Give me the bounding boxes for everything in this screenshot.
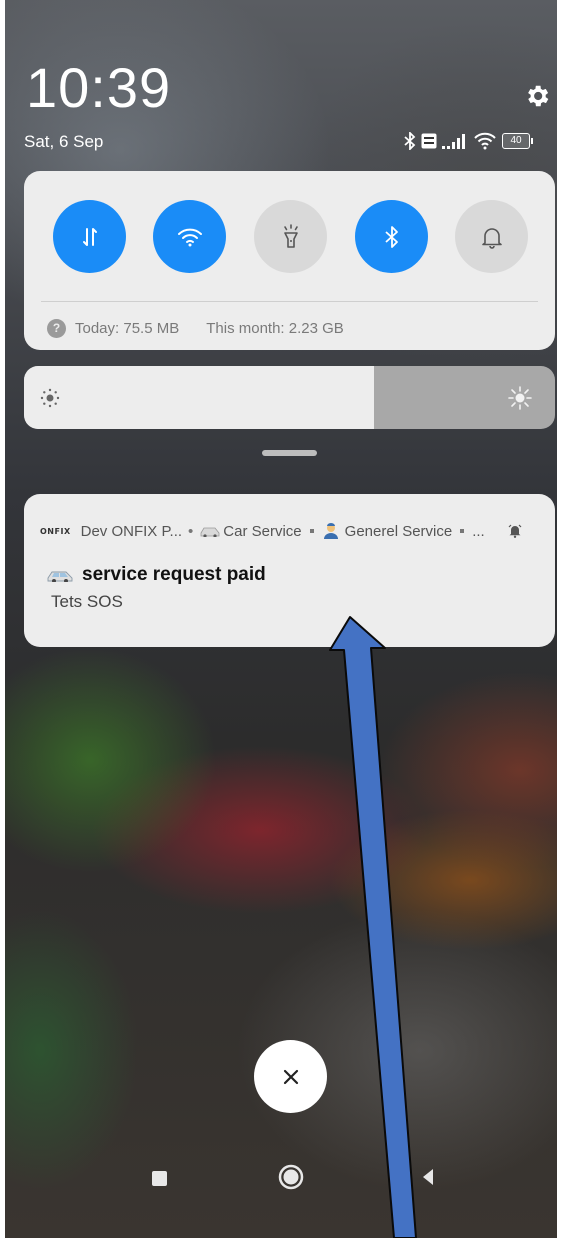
date-label: Sat, 6 Sep bbox=[24, 132, 104, 151]
mobile-data-icon bbox=[82, 227, 97, 246]
status-icons: 40 bbox=[404, 130, 533, 152]
more-ellipsis: ... bbox=[472, 522, 485, 540]
flashlight-icon bbox=[283, 223, 298, 248]
help-icon: ? bbox=[47, 318, 66, 338]
screenshot-border-right bbox=[557, 0, 571, 1238]
signal-icon bbox=[442, 134, 465, 149]
brightness-slider[interactable] bbox=[24, 366, 555, 429]
mobile-data-toggle[interactable] bbox=[53, 200, 126, 273]
clock: 10:39 bbox=[26, 56, 172, 119]
data-usage[interactable]: ? Today: 75.5 MB This month: 2.23 GB bbox=[47, 317, 344, 339]
car-icon bbox=[47, 571, 73, 582]
bluetooth-icon bbox=[404, 132, 416, 150]
battery-icon: 40 bbox=[502, 133, 533, 149]
sound-toggle[interactable] bbox=[455, 200, 528, 273]
bell-icon bbox=[481, 227, 502, 249]
drag-handle[interactable] bbox=[262, 450, 317, 456]
volte-icon bbox=[421, 133, 437, 149]
brightness-low-icon bbox=[40, 388, 60, 408]
notification-shade: 10:39 Sat, 6 Sep 40 ? Today: 75.5 MB Thi… bbox=[0, 0, 571, 1238]
notification-title-row: service request paid bbox=[46, 564, 266, 586]
channel-generel-service: Generel Service bbox=[344, 522, 453, 540]
wifi-icon bbox=[177, 228, 202, 246]
notification-card[interactable]: ONFIX Dev ONFIX P... • Car Service Gener… bbox=[24, 494, 555, 647]
alarm-bell-icon[interactable] bbox=[508, 524, 522, 538]
data-month: This month: 2.23 GB bbox=[206, 319, 344, 337]
brightness-high-icon bbox=[508, 386, 532, 410]
bluetooth-toggle[interactable] bbox=[355, 200, 428, 273]
brightness-fill bbox=[24, 366, 375, 429]
notification-title: service request paid bbox=[82, 564, 266, 585]
channel-car-service: Car Service bbox=[223, 522, 302, 540]
app-logo: ONFIX bbox=[40, 526, 71, 536]
bluetooth-icon bbox=[384, 225, 398, 248]
recents-button[interactable] bbox=[152, 1171, 167, 1186]
screenshot-border-left bbox=[0, 0, 5, 1238]
wifi-toggle[interactable] bbox=[153, 200, 226, 273]
clear-all-button[interactable] bbox=[254, 1040, 327, 1113]
settings-gear-icon[interactable] bbox=[523, 82, 551, 110]
notification-body: Tets SOS bbox=[51, 592, 123, 611]
app-name: Dev ONFIX P... bbox=[80, 522, 183, 540]
flashlight-toggle[interactable] bbox=[254, 200, 327, 273]
quick-settings-panel: ? Today: 75.5 MB This month: 2.23 GB bbox=[24, 171, 555, 350]
mechanic-icon bbox=[323, 523, 338, 539]
data-today: Today: 75.5 MB bbox=[75, 319, 180, 337]
divider bbox=[41, 301, 538, 302]
car-icon bbox=[200, 527, 220, 537]
home-button[interactable] bbox=[278, 1164, 304, 1190]
wifi-icon bbox=[474, 132, 496, 150]
notification-header: ONFIX Dev ONFIX P... • Car Service Gener… bbox=[40, 522, 485, 540]
back-button[interactable] bbox=[421, 1167, 435, 1187]
close-icon bbox=[283, 1069, 298, 1084]
